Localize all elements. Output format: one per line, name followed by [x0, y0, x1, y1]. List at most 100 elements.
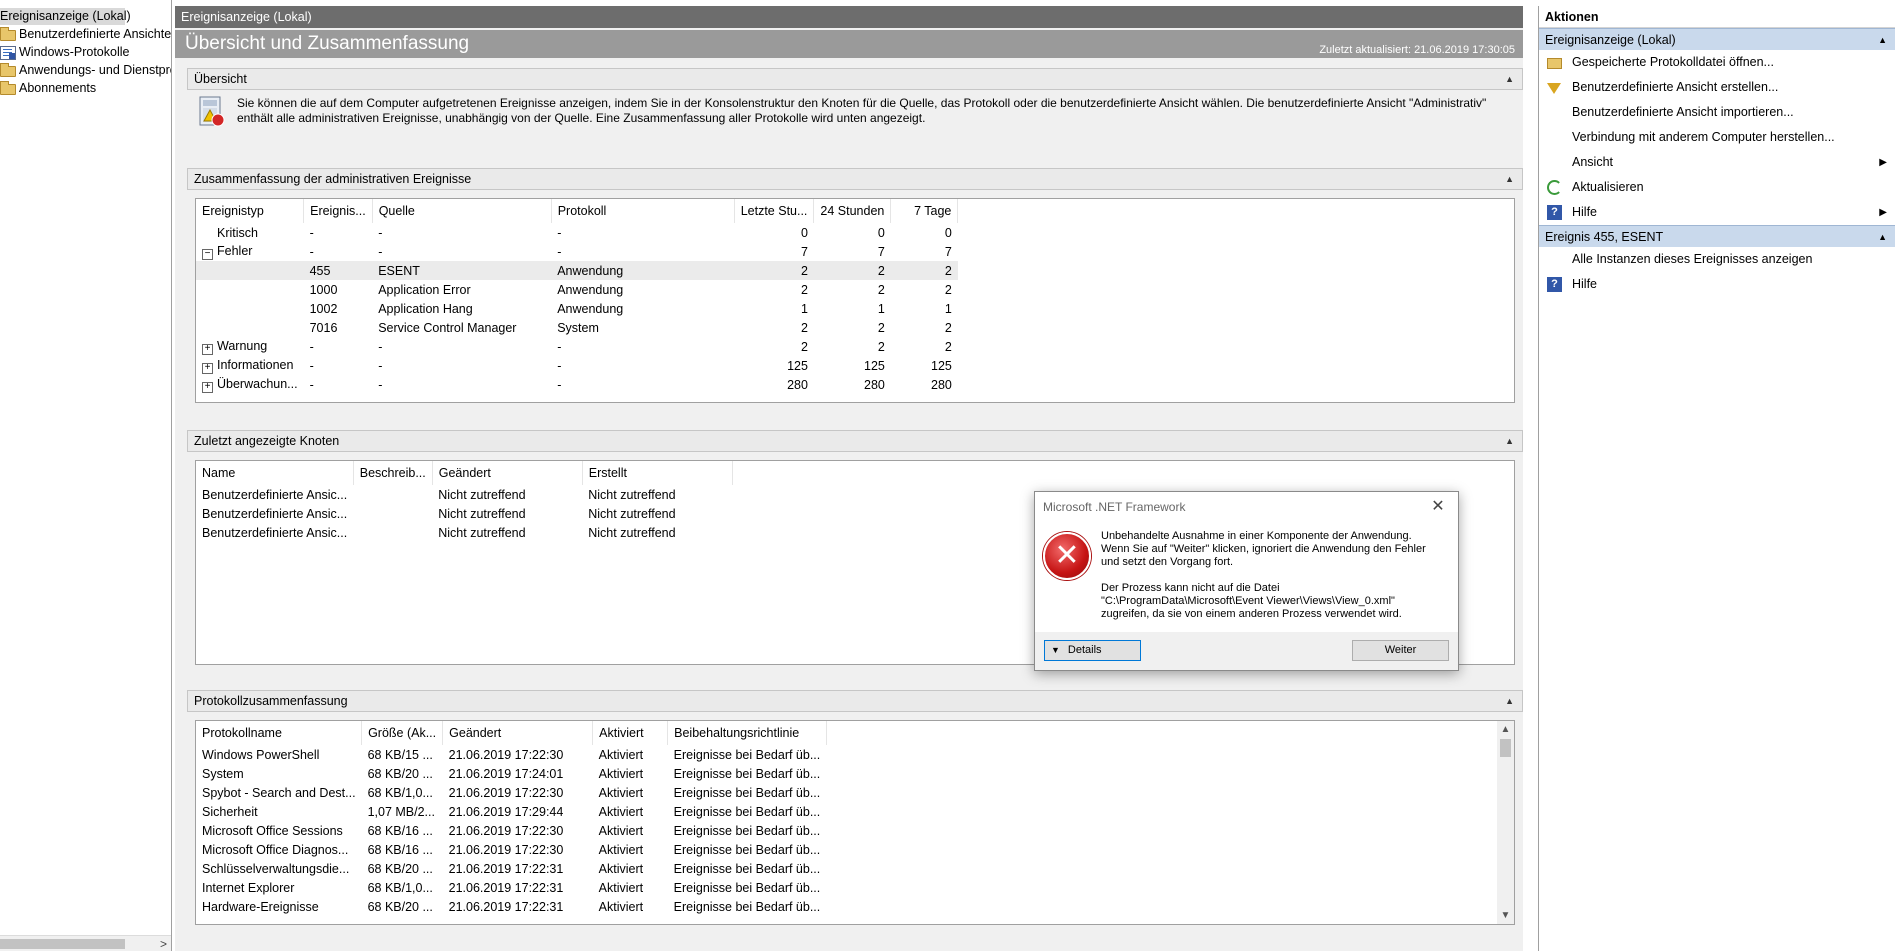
table-cell-policy: Ereignisse bei Bedarf üb...: [673, 861, 821, 876]
action-item[interactable]: Ansicht ▶: [1539, 150, 1895, 175]
column-header-24-hours[interactable]: 24 Stunden: [813, 199, 892, 223]
table-row[interactable]: Microsoft Office Sessions 68 KB/16 ... 21.…: [196, 821, 826, 840]
column-header-description[interactable]: Beschreib...: [353, 461, 433, 485]
column-header-log-name[interactable]: Protokollname: [196, 721, 363, 745]
action-item[interactable]: ? Hilfe ▶: [1539, 200, 1895, 225]
table-cell-name: Microsoft Office Diagnos...: [202, 842, 349, 857]
collapse-icon[interactable]: ▲: [1878, 29, 1887, 51]
admin-summary-header[interactable]: Zusammenfassung der administrativen Erei…: [187, 168, 1523, 190]
table-cell-policy: Ereignisse bei Bedarf üb...: [673, 785, 821, 800]
cell-text: Fehler: [217, 243, 253, 258]
table-cell-changed: Nicht zutreffend: [438, 525, 526, 540]
section-title: Zuletzt angezeigte Knoten: [194, 434, 340, 448]
table-row[interactable]: Hardware-Ereignisse 68 KB/20 ... 21.06.201…: [196, 897, 826, 916]
collapse-icon[interactable]: ▲: [1505, 169, 1514, 189]
collapse-icon[interactable]: ▲: [1505, 691, 1514, 711]
admin-summary-table: Ereignistyp Ereignis... Quelle Protokoll…: [196, 199, 959, 394]
table-row[interactable]: Kritisch - - - 0 0 0: [196, 223, 958, 242]
scrollbar-thumb[interactable]: [1500, 739, 1511, 757]
table-row[interactable]: Microsoft Office Diagnos... 68 KB/16 ... 2…: [196, 840, 826, 859]
group-label: Ereignisanzeige (Lokal): [1545, 33, 1676, 47]
column-header-created[interactable]: Erstellt: [582, 461, 733, 485]
table-cell-hour: 2: [800, 282, 808, 297]
column-header-name[interactable]: Name: [196, 461, 354, 485]
table-row[interactable]: 1000 Application Error Anwendung 2 2 2: [196, 280, 958, 299]
collapse-icon[interactable]: −: [202, 248, 213, 260]
vertical-scrollbar[interactable]: ▲ ▼: [1497, 721, 1514, 924]
action-item[interactable]: Gespeicherte Protokolldatei öffnen...: [1539, 50, 1895, 75]
column-header-log[interactable]: Protokoll: [551, 199, 735, 223]
actions-group-event-455[interactable]: Ereignis 455, ESENT ▲: [1539, 225, 1895, 247]
scroll-down-icon[interactable]: ▼: [1497, 907, 1514, 924]
collapse-icon[interactable]: ▲: [1505, 69, 1514, 89]
table-cell-log: Anwendung: [557, 301, 624, 316]
log-summary-header[interactable]: Protokollzusammenfassung ▲: [187, 690, 1523, 712]
table-row[interactable]: Schlüsselverwaltungsdie... 68 KB/20 ... 21…: [196, 859, 826, 878]
tree-item-windows-logs[interactable]: Windows-Protokolle: [0, 44, 129, 61]
column-header-size[interactable]: Größe (Ak...: [361, 721, 444, 745]
action-item[interactable]: ? Hilfe: [1539, 272, 1895, 297]
table-cell-enabled: Aktiviert: [598, 785, 644, 800]
column-header-event-id[interactable]: Ereignis...: [303, 199, 373, 223]
table-row[interactable]: Benutzerdefinierte Ansic... Nicht zutreff…: [196, 485, 732, 504]
actions-group-event-viewer[interactable]: Ereignisanzeige (Lokal) ▲: [1539, 28, 1895, 50]
action-item[interactable]: Verbindung mit anderem Computer herstell…: [1539, 125, 1895, 150]
table-row[interactable]: Windows PowerShell 68 KB/15 ... 21.06.2019…: [196, 745, 826, 764]
column-header-enabled[interactable]: Aktiviert: [592, 721, 669, 745]
collapse-icon[interactable]: ▲: [1878, 226, 1887, 248]
table-cell-policy: Ereignisse bei Bedarf üb...: [673, 823, 821, 838]
help-icon: ?: [1547, 205, 1562, 220]
table-cell-policy: Ereignisse bei Bedarf üb...: [673, 766, 821, 781]
admin-summary-grid[interactable]: Ereignistyp Ereignis... Quelle Protokoll…: [195, 198, 1515, 403]
tree-item-subscriptions[interactable]: Abonnements: [0, 80, 96, 97]
column-header-type[interactable]: Ereignistyp: [196, 199, 305, 223]
tree-item-event-viewer[interactable]: Ereignisanzeige (Lokal): [0, 8, 131, 25]
table-row[interactable]: + Informationen - - -125 125 125: [196, 356, 958, 375]
table-row[interactable]: 7016 Service Control Manager System 2 2 2: [196, 318, 958, 337]
collapse-icon[interactable]: ▲: [1505, 431, 1514, 451]
table-row[interactable]: Spybot - Search and Dest... 68 KB/1,0... 2…: [196, 783, 826, 802]
action-item[interactable]: Benutzerdefinierte Ansicht erstellen...: [1539, 75, 1895, 100]
table-row[interactable]: + Warnung - - - 2 2 2: [196, 337, 958, 356]
column-header-last-hour[interactable]: Letzte Stu...: [734, 199, 815, 223]
table-row[interactable]: + Überwachun... - - -280 280 280: [196, 375, 958, 394]
action-item[interactable]: Alle Instanzen dieses Ereignisses anzeig…: [1539, 247, 1895, 272]
table-cell-name: Windows PowerShell: [202, 747, 320, 762]
recent-nodes-header[interactable]: Zuletzt angezeigte Knoten ▲: [187, 430, 1523, 452]
column-header-7-days[interactable]: 7 Tage: [890, 199, 959, 223]
expand-icon[interactable]: +: [202, 343, 213, 355]
action-label: Verbindung mit anderem Computer herstell…: [1572, 130, 1835, 144]
tree-item-app-service-logs[interactable]: Anwendungs- und Dienstprotokolle: [0, 62, 171, 79]
column-header-changed[interactable]: Geändert: [432, 461, 583, 485]
open-log-icon: [1547, 58, 1562, 69]
table-row[interactable]: 455 ESENT Anwendung 2 2 2: [196, 261, 958, 280]
horizontal-scrollbar[interactable]: >: [0, 935, 171, 951]
cell-text: Kritisch: [217, 225, 258, 240]
table-row[interactable]: System 68 KB/20 ... 21.06.2019 17:24:01 Akt…: [196, 764, 826, 783]
log-summary-grid[interactable]: Protokollname Größe (Ak... Geändert Akti…: [195, 720, 1515, 925]
column-header-changed[interactable]: Geändert: [442, 721, 594, 745]
close-icon[interactable]: ✕: [1424, 492, 1452, 522]
scrollbar-thumb[interactable]: [0, 939, 125, 949]
table-row[interactable]: Benutzerdefinierte Ansic... Nicht zutreff…: [196, 523, 732, 542]
log-summary-table: Protokollname Größe (Ak... Geändert Akti…: [196, 721, 827, 916]
scroll-up-icon[interactable]: ▲: [1497, 721, 1514, 738]
action-item[interactable]: Benutzerdefinierte Ansicht importieren..…: [1539, 100, 1895, 125]
tree-item-custom-views[interactable]: Benutzerdefinierte Ansichten: [0, 26, 171, 43]
table-row[interactable]: Benutzerdefinierte Ansic... Nicht zutreff…: [196, 504, 732, 523]
action-label: Aktualisieren: [1572, 180, 1644, 194]
action-item[interactable]: Aktualisieren: [1539, 175, 1895, 200]
table-row[interactable]: Internet Explorer 68 KB/1,0... 21.06.2019 …: [196, 878, 826, 897]
continue-button[interactable]: Weiter: [1352, 640, 1449, 661]
column-header-retention[interactable]: Beibehaltungsrichtlinie: [667, 721, 827, 745]
expand-icon[interactable]: +: [202, 362, 213, 374]
table-row[interactable]: Sicherheit 1,07 MB/2... 21.06.2019 17:29:4…: [196, 802, 826, 821]
table-row[interactable]: 1002 Application Hang Anwendung 1 1 1: [196, 299, 958, 318]
column-header-source[interactable]: Quelle: [372, 199, 552, 223]
overview-section-header[interactable]: Übersicht ▲: [187, 68, 1523, 90]
scroll-right-icon[interactable]: >: [160, 936, 167, 951]
table-row[interactable]: − Fehler - - -7 7 7: [196, 242, 958, 261]
table-cell-changed: 21.06.2019 17:22:31: [448, 861, 564, 876]
expand-icon[interactable]: +: [202, 381, 213, 393]
details-button[interactable]: ▼ Details: [1044, 640, 1141, 661]
